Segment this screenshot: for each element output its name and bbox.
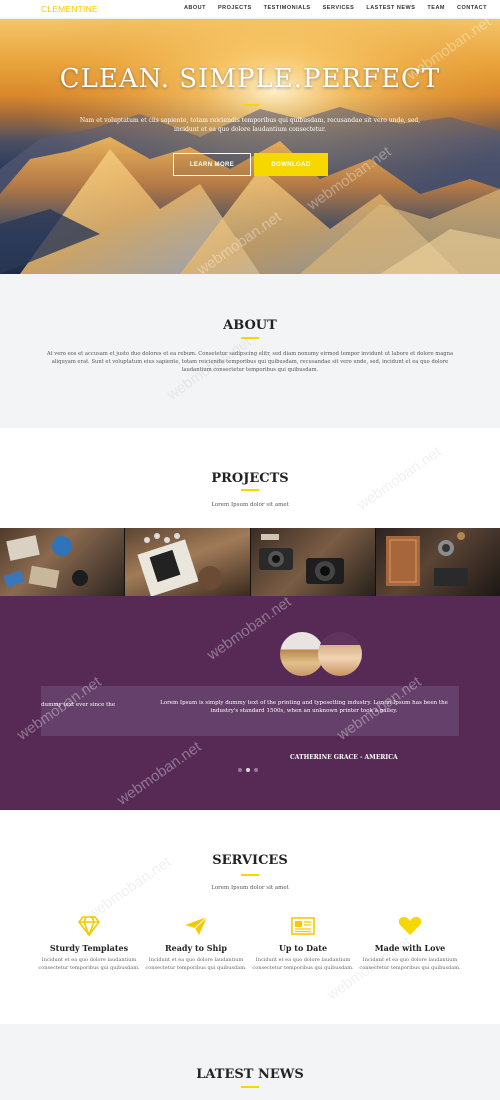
project-tile[interactable] [0, 528, 126, 596]
learn-more-button[interactable]: LEARN MORE [173, 153, 251, 176]
testimonial-quote: Lorem Ipsum is simply dummy text of the … [160, 700, 448, 714]
hero-divider [242, 104, 259, 106]
project-gallery [0, 528, 500, 596]
service-description: Incidunt et ea quo dolore laudantium con… [252, 957, 354, 971]
carousel-dots [238, 768, 258, 772]
nav-item-about[interactable]: ABOUT [184, 5, 206, 11]
about-divider [241, 337, 259, 339]
project-tile[interactable] [250, 528, 376, 596]
mountain-background-image [0, 19, 500, 274]
hero-subtitle: Nam et voluptatum et ciis sapiente, tota… [79, 117, 421, 133]
project-tile[interactable] [125, 528, 251, 596]
services-subtitle: Lorem Ipsum dolor sit amet [211, 885, 289, 891]
service-description: Incidunt et ea quo dolore laudantium con… [359, 957, 461, 971]
service-item: Sturdy Templates Incidunt et ea quo dolo… [34, 916, 144, 972]
service-name: Sturdy Templates [49, 943, 129, 953]
latest-news-section: LATEST NEWS [0, 1024, 500, 1100]
download-button[interactable]: DOWNLOAD [254, 153, 328, 176]
service-item: Up to Date Incidunt et ea quo dolore lau… [248, 916, 358, 972]
hero-title: CLEAN. SIMPLE.PERFECT [59, 64, 441, 94]
testimonial-partial-text: dummy text ever since the [41, 702, 116, 708]
testimonial-author: CATHERINE GRACE - AMERICA [290, 754, 398, 761]
latest-news-divider [241, 1086, 259, 1088]
service-name: Ready to Ship [165, 943, 227, 953]
service-name: Made with Love [374, 943, 446, 953]
diamond-icon [34, 916, 144, 938]
top-navbar: CLEMENTINE ABOUT PROJECTS TESTIMONIALS S… [0, 0, 500, 19]
avatar[interactable] [318, 632, 362, 676]
service-description: Incidunt et ea quo dolore laudantium con… [145, 957, 247, 971]
projects-section: PROJECTS Lorem Ipsum dolor sit amet [0, 428, 500, 528]
services-section: SERVICES Lorem Ipsum dolor sit amet Stur… [0, 810, 500, 1024]
nav-item-team[interactable]: TEAM [427, 5, 445, 11]
brand-logo[interactable]: CLEMENTINE [41, 4, 98, 14]
carousel-dot[interactable] [254, 768, 258, 772]
nav-item-latest-news[interactable]: LASTEST NEWS [366, 5, 415, 11]
service-item: Ready to Ship Incidunt et ea quo dolore … [141, 916, 251, 972]
newspaper-icon [248, 916, 358, 938]
carousel-dot[interactable] [238, 768, 242, 772]
nav-menu: ABOUT PROJECTS TESTIMONIALS SERVICES LAS… [184, 5, 487, 11]
projects-divider [241, 489, 259, 491]
service-item: Made with Love Incidunt et ea quo dolore… [355, 916, 465, 972]
service-description: Incidunt et ea quo dolore laudantium con… [38, 957, 140, 971]
latest-news-title: LATEST NEWS [196, 1067, 304, 1082]
carousel-dot-active[interactable] [246, 768, 250, 772]
hero-section: CLEAN. SIMPLE.PERFECT Nam et voluptatum … [0, 19, 500, 274]
about-title: ABOUT [223, 318, 277, 333]
service-name: Up to Date [278, 943, 328, 953]
nav-item-testimonials[interactable]: TESTIMONIALS [264, 5, 311, 11]
about-section: ABOUT At vero eos et accusam et justo du… [0, 274, 500, 428]
services-title: SERVICES [212, 853, 288, 868]
services-divider [241, 874, 259, 876]
projects-title: PROJECTS [211, 471, 289, 486]
nav-item-contact[interactable]: CONTACT [457, 5, 487, 11]
nav-item-projects[interactable]: PROJECTS [218, 5, 252, 11]
about-text: At vero eos et accusam et justo duo dolo… [46, 351, 454, 373]
project-tile[interactable] [375, 528, 500, 596]
projects-subtitle: Lorem Ipsum dolor sit amet [211, 502, 289, 508]
paper-plane-icon [141, 916, 251, 938]
nav-item-services[interactable]: SERVICES [323, 5, 355, 11]
testimonials-section: Lorem Ipsum is simply dummy text of the … [0, 596, 500, 810]
testimonial-quote-box: Lorem Ipsum is simply dummy text of the … [41, 686, 459, 736]
heart-icon [355, 916, 465, 938]
